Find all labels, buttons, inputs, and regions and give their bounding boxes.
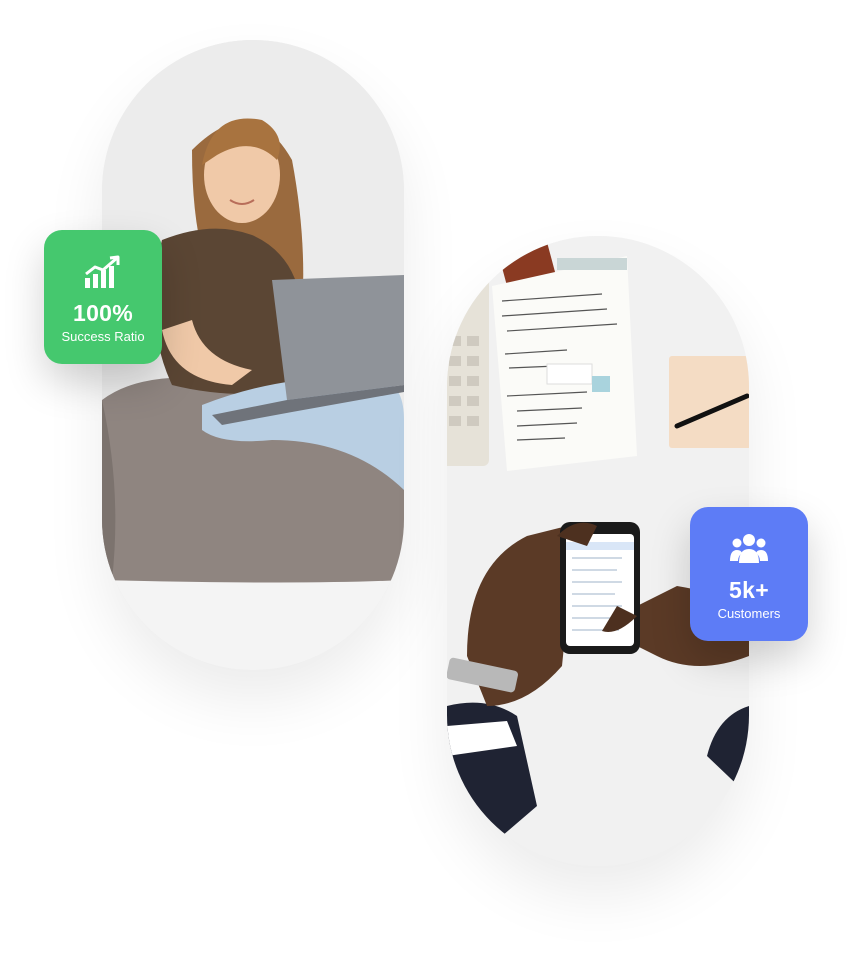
customers-label: Customers xyxy=(717,606,781,621)
customers-value: 5k+ xyxy=(729,577,769,603)
customers-badge: 5k+ Customers xyxy=(690,507,808,641)
success-ratio-badge: 100% Success Ratio xyxy=(44,230,162,364)
users-group-icon xyxy=(730,534,768,563)
success-label: Success Ratio xyxy=(61,329,145,344)
growth-chart-icon xyxy=(85,255,120,288)
success-value: 100% xyxy=(72,300,134,326)
